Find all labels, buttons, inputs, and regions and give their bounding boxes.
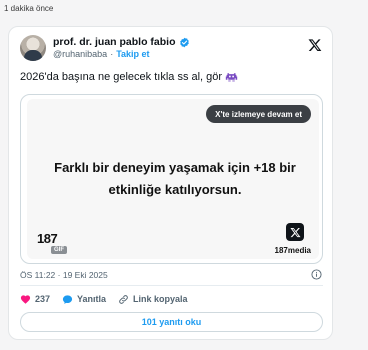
author-name-row: prof. dr. juan pablo fabio [53,36,190,48]
follow-link[interactable]: Takip et [116,49,149,59]
author-handle[interactable]: @ruhanibaba [53,49,107,59]
media-image[interactable]: X'te izlemeye devam et Farklı bir deneyi… [27,99,319,259]
avatar[interactable] [20,35,46,61]
gif-badge: GIF [51,246,67,254]
reply-button[interactable]: Yanıtla [62,294,106,305]
author-handle-row: @ruhanibaba · Takip et [53,49,150,59]
info-icon[interactable] [311,269,322,280]
divider [20,285,323,286]
like-button[interactable]: 237 [20,294,50,305]
media-card[interactable]: X'te izlemeye devam et Farklı bir deneyi… [20,94,323,264]
brand-187-mark: 187 [37,231,58,246]
reply-label: Yanıtla [77,294,107,304]
heart-icon [20,294,31,304]
read-replies-button[interactable]: 101 yanıtı oku [20,312,323,332]
media-brand-name: 187media [274,246,311,255]
media-x-logo-icon [286,223,304,241]
author-display-name[interactable]: prof. dr. juan pablo fabio [53,36,176,48]
relative-timestamp: 1 dakika önce [4,4,54,13]
tweet-card[interactable]: prof. dr. juan pablo fabio @ruhanibaba ·… [8,26,333,340]
action-bar: 237 Yanıtla Link kopyala [20,292,188,306]
post-timestamp[interactable]: ÖS 11:22 · 19 Eki 2025 [20,270,108,280]
link-icon [119,294,128,304]
tweet-text-content: 2026'da başına ne gelecek tıkla ss al, g… [20,70,223,83]
copy-link-label: Link kopyala [133,294,188,304]
tweet-text: 2026'da başına ne gelecek tıkla ss al, g… [20,70,238,83]
x-logo-icon[interactable] [308,38,322,52]
media-caption-line-2: etkinliğe katılıyorsun. [108,182,242,197]
media-caption: Farklı bir deneyim yaşamak için +18 bir … [47,157,303,201]
watch-on-x-button[interactable]: X'te izlemeye devam et [206,105,311,123]
copy-link-button[interactable]: Link kopyala [118,294,188,305]
verified-badge-icon [179,37,189,47]
like-count: 237 [35,294,51,304]
reply-bubble-icon [62,294,73,304]
alien-monster-icon [225,73,238,82]
tweet-header: prof. dr. juan pablo fabio @ruhanibaba ·… [20,35,324,61]
media-caption-line-1: Farklı bir deneyim yaşamak için +18 bir [54,160,296,175]
